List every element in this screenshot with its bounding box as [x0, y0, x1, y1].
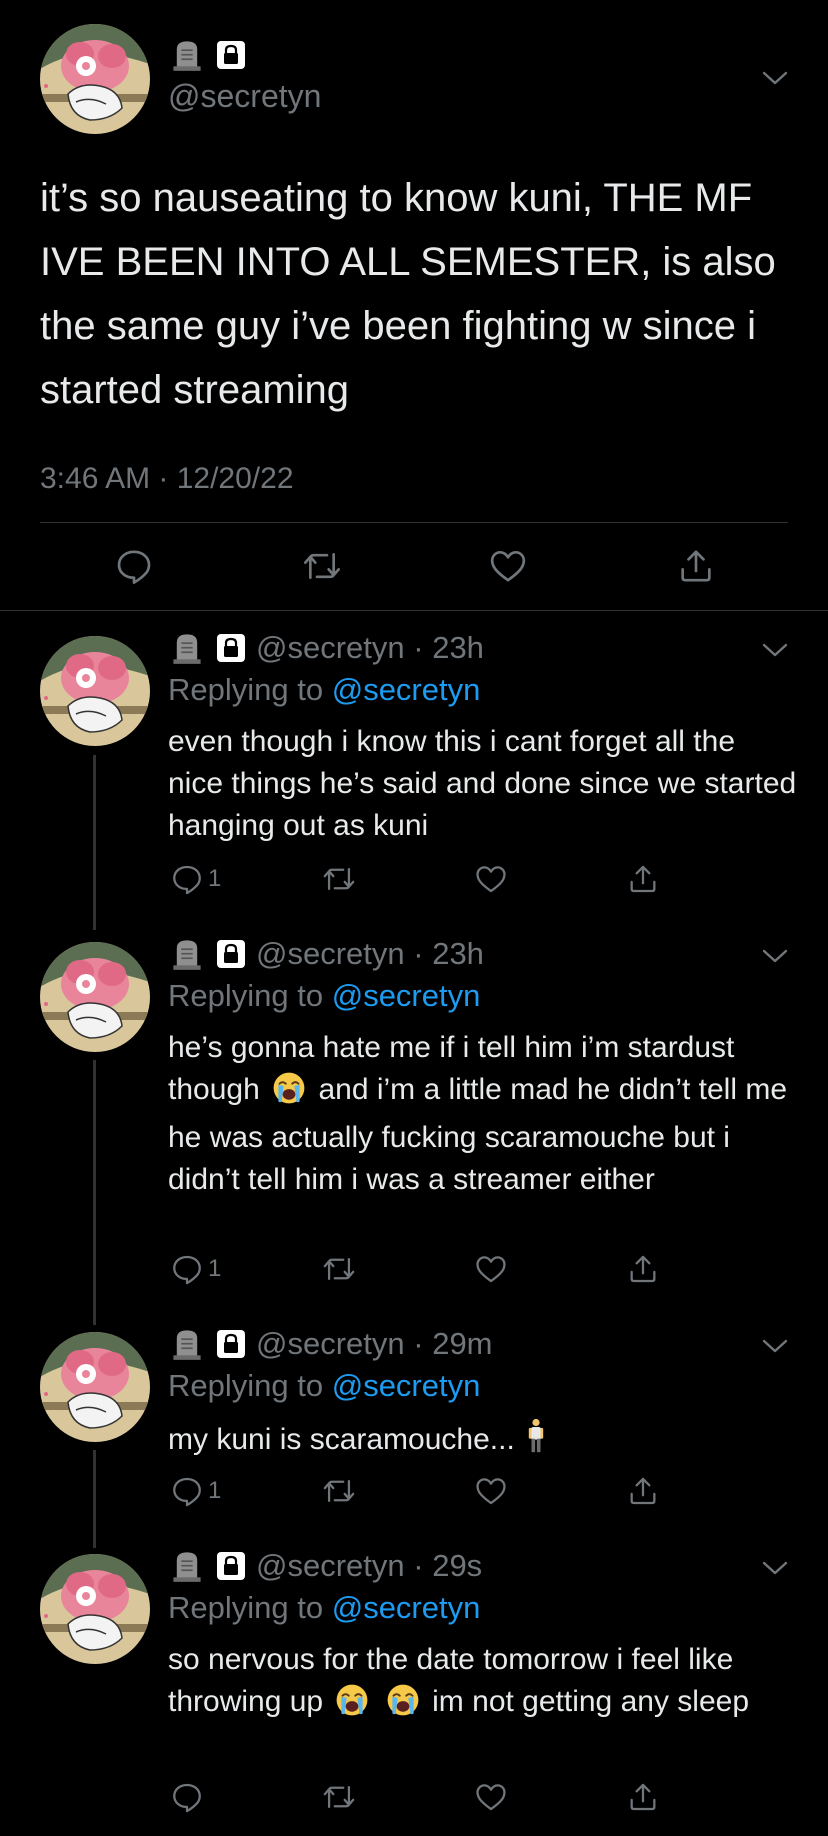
tombstone-icon: [170, 1327, 204, 1361]
replying-to: Replying to @secretyn: [168, 1368, 480, 1404]
person-standing-emoji: [527, 1417, 545, 1467]
reply-time[interactable]: 23h: [432, 630, 484, 666]
reply-action[interactable]: 1: [170, 1252, 221, 1286]
replying-to-link[interactable]: @secretyn: [332, 672, 481, 707]
thread-line: [93, 755, 96, 930]
reply-time[interactable]: 29s: [432, 1548, 482, 1584]
retweet-icon[interactable]: [322, 1252, 356, 1286]
retweet-icon[interactable]: [302, 546, 342, 586]
reply-time[interactable]: 29m: [432, 1326, 492, 1362]
avatar[interactable]: [40, 24, 150, 134]
reply-text: even though i know this i cant forget al…: [168, 721, 798, 847]
share-icon[interactable]: [626, 1780, 660, 1814]
reply-icon[interactable]: [170, 862, 204, 896]
lock-icon: [216, 1551, 246, 1581]
replying-to: Replying to @secretyn: [168, 1590, 480, 1626]
reply-count: 1: [208, 1255, 222, 1282]
lock-icon: [216, 939, 246, 969]
lock-icon: [216, 633, 246, 663]
reply-text-part: my kuni is scaramouche...: [168, 1423, 515, 1456]
replying-to: Replying to @secretyn: [168, 978, 480, 1014]
tombstone-icon: [170, 631, 204, 665]
reply-icon[interactable]: [114, 546, 154, 586]
reply-icon[interactable]: [170, 1252, 204, 1286]
replying-label: Replying to: [168, 672, 324, 707]
like-icon[interactable]: [474, 1474, 508, 1508]
separator: ·: [404, 936, 433, 971]
chevron-down-icon[interactable]: [760, 946, 790, 966]
lock-icon: [216, 1329, 246, 1359]
tombstone-icon: [170, 38, 204, 72]
divider: [0, 610, 828, 611]
replying-to-link[interactable]: @secretyn: [332, 1368, 481, 1403]
share-icon[interactable]: [626, 1252, 660, 1286]
tombstone-icon: [170, 937, 204, 971]
thread-line: [93, 1450, 96, 1548]
replying-to-link[interactable]: @secretyn: [332, 978, 481, 1013]
replying-label: Replying to: [168, 1590, 324, 1625]
replying-label: Replying to: [168, 1368, 324, 1403]
reply-text: my kuni is scaramouche...: [168, 1417, 798, 1467]
replying-to: Replying to @secretyn: [168, 672, 480, 708]
avatar[interactable]: [40, 636, 150, 746]
author-handle[interactable]: @secretyn: [256, 630, 405, 666]
chevron-down-icon[interactable]: [760, 68, 790, 88]
reply-text: he’s gonna hate me if i tell him i’m sta…: [168, 1027, 798, 1201]
like-icon[interactable]: [474, 1780, 508, 1814]
reply-header: @secretyn · 29m: [170, 1326, 493, 1362]
author-handle[interactable]: @secretyn: [168, 78, 321, 115]
reply-header: @secretyn · 23h: [170, 936, 484, 972]
reply-icon[interactable]: [170, 1474, 204, 1508]
reply-action[interactable]: 1: [170, 862, 221, 896]
avatar[interactable]: [40, 942, 150, 1052]
reply-text: so nervous for the date tomorrow i feel …: [168, 1639, 808, 1729]
divider: [40, 522, 788, 523]
share-icon[interactable]: [676, 546, 716, 586]
thread-line: [93, 1060, 96, 1325]
chevron-down-icon[interactable]: [760, 1558, 790, 1578]
retweet-icon[interactable]: [322, 1474, 356, 1508]
like-icon[interactable]: [474, 1252, 508, 1286]
tweet-text: it’s so nauseating to know kuni, THE MF …: [40, 176, 776, 412]
author-handle[interactable]: @secretyn: [256, 1548, 405, 1584]
tombstone-icon: [170, 1549, 204, 1583]
chevron-down-icon[interactable]: [760, 1336, 790, 1356]
reply-text-part: and i’m a little mad he didn’t tell me h…: [168, 1073, 788, 1196]
reply-icon[interactable]: [170, 1780, 204, 1814]
reply-count: 1: [208, 1477, 222, 1504]
avatar[interactable]: [40, 1332, 150, 1442]
crying-face-emoji: [335, 1683, 369, 1729]
author-handle[interactable]: @secretyn: [256, 936, 405, 972]
separator: ·: [404, 1548, 433, 1583]
separator: ·: [404, 630, 433, 665]
reply-time[interactable]: 23h: [432, 936, 484, 972]
chevron-down-icon[interactable]: [760, 640, 790, 660]
replying-to-link[interactable]: @secretyn: [332, 1590, 481, 1625]
lock-icon: [216, 40, 246, 70]
reply-text-part: even though i know this i cant forget al…: [168, 725, 797, 842]
like-icon[interactable]: [488, 546, 528, 586]
reply-header: @secretyn · 29s: [170, 1548, 482, 1584]
like-icon[interactable]: [474, 862, 508, 896]
author-handle[interactable]: @secretyn: [256, 1326, 405, 1362]
retweet-icon[interactable]: [322, 862, 356, 896]
reply-action[interactable]: 1: [170, 1474, 221, 1508]
separator: ·: [404, 1326, 433, 1361]
reply-text-part: im not getting any sleep: [432, 1685, 750, 1718]
crying-face-emoji: [272, 1071, 306, 1117]
reply-count: 1: [208, 865, 222, 892]
crying-face-emoji: [386, 1683, 420, 1729]
replying-label: Replying to: [168, 978, 324, 1013]
avatar[interactable]: [40, 1554, 150, 1664]
retweet-icon[interactable]: [322, 1780, 356, 1814]
name-icons: [170, 38, 246, 72]
reply-header: @secretyn · 23h: [170, 630, 484, 666]
share-icon[interactable]: [626, 862, 660, 896]
share-icon[interactable]: [626, 1474, 660, 1508]
tweet-timestamp[interactable]: 3:46 AM · 12/20/22: [40, 462, 294, 496]
